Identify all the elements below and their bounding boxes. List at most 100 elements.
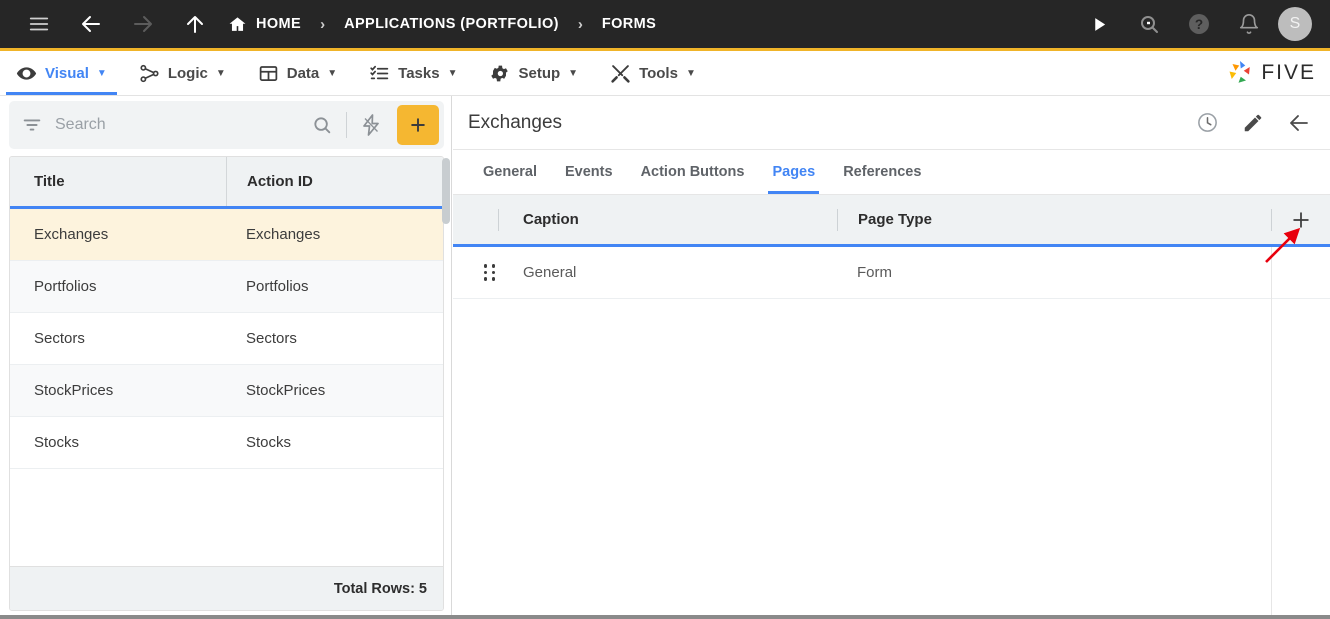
table-row[interactable]: StockPrices StockPrices [10,365,443,417]
run-icon[interactable] [1078,3,1120,45]
history-clock-icon[interactable] [1184,100,1230,146]
table-row[interactable]: Portfolios Portfolios [10,261,443,313]
cell-action-id: Portfolios [246,278,309,295]
pages-header-spacer [453,208,499,231]
tab-pages[interactable]: Pages [758,150,829,194]
toolbar-divider [346,112,347,138]
tab-references[interactable]: References [829,150,935,194]
menu-item-logic-label: Logic [167,64,208,82]
add-page-button[interactable] [1272,209,1330,231]
hamburger-icon[interactable] [18,3,60,45]
help-icon[interactable]: ? [1178,3,1220,45]
breadcrumb-home-label: HOME [256,16,302,32]
logic-icon [139,63,160,84]
breadcrumb-separator-1: › [320,15,326,33]
up-arrow-icon[interactable] [174,3,216,45]
table-row[interactable]: General Form [453,247,1330,299]
column-header-title[interactable]: Title [10,157,226,206]
table-icon [258,63,279,84]
brand-logo: FIVE [1225,51,1330,95]
drag-handle-icon[interactable] [453,264,499,281]
chevron-down-icon: ▼ [215,67,226,79]
cell-title: Exchanges [34,226,109,243]
cell-title: Sectors [34,330,85,347]
pages-grid-header: Caption Page Type [453,195,1330,247]
cell-action-id: StockPrices [246,382,326,399]
menubar-spacer [712,51,1225,95]
cell-title: StockPrices [34,382,114,399]
table-row[interactable]: Stocks Stocks [10,417,443,469]
back-arrow-icon[interactable] [70,3,112,45]
module-menu-bar: Visual ▼ Logic ▼ Data ▼ Tasks ▼ Setup ▼ … [0,51,1330,96]
forms-grid-header: Title Action ID [10,157,443,209]
menu-item-visual-label: Visual [45,64,89,82]
menu-item-data-label: Data [286,64,320,82]
cell-title: Portfolios [34,278,97,295]
filter-icon[interactable] [9,114,55,136]
chevron-down-icon: ▼ [327,67,338,79]
forms-grid: Title Action ID Exchanges Exchanges Port… [9,156,444,611]
menu-item-data[interactable]: Data ▼ [242,51,353,95]
menu-item-logic[interactable]: Logic ▼ [123,51,242,95]
chevron-down-icon: ▼ [568,67,579,79]
lightning-bolt-icon[interactable] [351,113,391,137]
detail-header: Exchanges [453,96,1330,150]
column-header-caption[interactable]: Caption [499,211,837,228]
search-bar [9,101,444,149]
window-bottom-edge [0,615,1330,619]
menu-item-tools-label: Tools [639,64,678,82]
tab-general[interactable]: General [469,150,551,194]
menu-item-setup[interactable]: Setup ▼ [473,51,594,95]
breadcrumb-application[interactable]: APPLICATIONS (PORTFOLIO) [344,16,559,32]
eye-icon [16,63,37,84]
table-row[interactable]: Sectors Sectors [10,313,443,365]
cell-caption: General [523,264,577,281]
cell-action-id: Exchanges [246,226,321,243]
forms-grid-scrollbar[interactable] [442,156,450,611]
form-detail-panel: Exchanges General Events Action Buttons … [453,96,1330,619]
top-navigation-bar: HOME › APPLICATIONS (PORTFOLIO) › FORMS … [0,0,1330,51]
drag-dots [483,264,497,281]
edit-pencil-icon[interactable] [1230,100,1276,146]
cell-action-id: Stocks [246,434,292,451]
column-header-action-id[interactable]: Action ID [226,157,443,206]
home-icon [229,16,246,31]
pages-grid-body: General Form [453,247,1330,616]
forward-arrow-icon [122,3,164,45]
page-title: Exchanges [468,111,563,133]
gear-icon [489,63,510,84]
breadcrumb-separator-2: › [577,15,583,33]
app-window: HOME › APPLICATIONS (PORTFOLIO) › FORMS … [0,0,1330,619]
chevron-down-icon: ▼ [96,67,107,79]
pages-grid: Caption Page Type General Form [453,195,1330,619]
menu-item-tasks-label: Tasks [398,64,440,82]
tab-events[interactable]: Events [551,150,627,194]
brand-name: FIVE [1261,61,1316,84]
table-row[interactable]: Exchanges Exchanges [10,209,443,261]
cell-action-id: Sectors [246,330,297,347]
cell-page-type: Form [857,264,892,281]
breadcrumb-home[interactable]: HOME [228,15,301,34]
notifications-icon[interactable] [1228,3,1270,45]
forms-grid-footer: Total Rows: 5 [10,566,443,610]
search-input[interactable] [55,116,302,134]
add-form-button[interactable] [397,105,439,145]
chevron-down-icon: ▼ [447,67,458,79]
search-icon[interactable] [302,114,342,136]
topbar-actions: ? S [1078,3,1330,45]
menu-item-tools[interactable]: Tools ▼ [594,51,712,95]
forms-list-panel: Title Action ID Exchanges Exchanges Port… [0,96,452,619]
avatar[interactable]: S [1278,7,1312,41]
back-arrow-icon[interactable] [1276,100,1322,146]
menu-item-visual[interactable]: Visual ▼ [0,51,123,95]
breadcrumb-current: FORMS [601,16,657,32]
tab-action-buttons[interactable]: Action Buttons [627,150,759,194]
menu-item-tasks[interactable]: Tasks ▼ [353,51,473,95]
tools-icon [610,63,631,84]
search-icon[interactable] [1128,3,1170,45]
total-rows-label: Total Rows: 5 [333,580,427,597]
scrollbar-thumb[interactable] [442,158,450,224]
five-logo-icon [1229,61,1251,83]
column-header-page-type[interactable]: Page Type [838,211,1271,228]
menu-item-setup-label: Setup [518,64,561,82]
